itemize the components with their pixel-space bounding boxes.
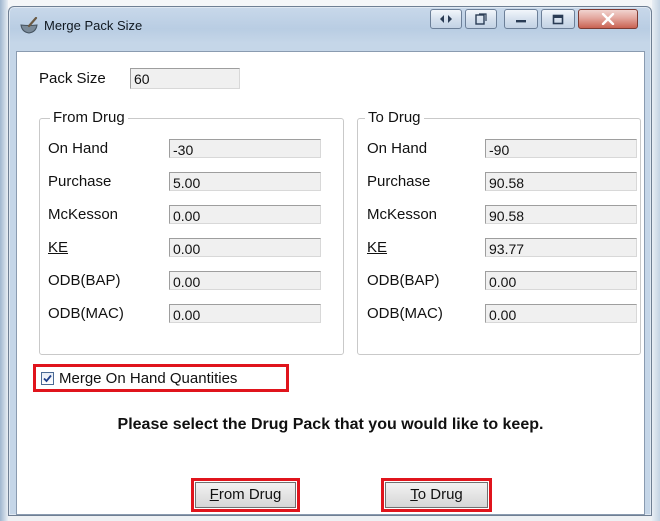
from-odb-mac-label: ODB(MAC) xyxy=(48,305,124,322)
right-edge-shadow xyxy=(652,0,660,521)
to-odb-mac-label: ODB(MAC) xyxy=(367,305,443,322)
from-on-hand-label: On Hand xyxy=(48,140,109,157)
from-odb-bap-field[interactable]: 0.00 xyxy=(169,271,321,290)
from-drug-button[interactable]: From Drug xyxy=(195,482,296,508)
from-drug-button-accel: F xyxy=(209,486,219,503)
to-mckesson-label: McKesson xyxy=(367,206,438,223)
from-ke-label: KE xyxy=(48,239,69,256)
to-drug-button-label: o Drug xyxy=(417,486,463,503)
to-ke-field[interactable]: 93.77 xyxy=(485,238,637,257)
merge-pack-size-window: Merge Pack Size Pack Size 60 From Drug O… xyxy=(8,6,652,516)
maximize-button[interactable] xyxy=(541,9,575,29)
from-drug-group-title: From Drug xyxy=(50,109,128,126)
to-odb-mac-field[interactable]: 0.00 xyxy=(485,304,637,323)
pack-size-field[interactable]: 60 xyxy=(130,68,240,89)
from-on-hand-field[interactable]: -30 xyxy=(169,139,321,158)
from-mckesson-label: McKesson xyxy=(48,206,119,223)
maximize-icon xyxy=(552,14,564,25)
title-bar[interactable]: Merge Pack Size xyxy=(9,7,651,43)
back-forward-icon xyxy=(439,14,453,24)
from-mckesson-field[interactable]: 0.00 xyxy=(169,205,321,224)
to-drug-button-accel: T xyxy=(410,486,418,503)
to-on-hand-label: On Hand xyxy=(367,140,428,157)
to-purchase-label: Purchase xyxy=(367,173,431,190)
dialog-client-area: Pack Size 60 From Drug On Hand -30 Purch… xyxy=(16,51,645,515)
minimize-icon xyxy=(515,14,527,24)
to-mckesson-field[interactable]: 90.58 xyxy=(485,205,637,224)
from-drug-button-label: rom Drug xyxy=(218,486,282,503)
to-on-hand-field[interactable]: -90 xyxy=(485,139,637,158)
checkmark-icon xyxy=(42,373,53,384)
close-icon xyxy=(601,13,615,25)
merge-on-hand-label[interactable]: Merge On Hand Quantities xyxy=(59,370,237,387)
to-odb-bap-label: ODB(BAP) xyxy=(367,272,440,289)
from-ke-field[interactable]: 0.00 xyxy=(169,238,321,257)
restore-to-button[interactable] xyxy=(465,9,497,29)
merge-on-hand-checkbox[interactable] xyxy=(41,372,54,385)
to-drug-group-title: To Drug xyxy=(365,109,424,126)
to-purchase-field[interactable]: 90.58 xyxy=(485,172,637,191)
mortar-pestle-icon xyxy=(19,16,39,35)
minimize-button[interactable] xyxy=(504,9,538,29)
from-purchase-label: Purchase xyxy=(48,173,112,190)
to-odb-bap-field[interactable]: 0.00 xyxy=(485,271,637,290)
back-forward-button[interactable] xyxy=(430,9,462,29)
pack-size-label: Pack Size xyxy=(39,70,106,87)
close-button[interactable] xyxy=(578,9,638,29)
to-ke-label: KE xyxy=(367,239,388,256)
from-purchase-field[interactable]: 5.00 xyxy=(169,172,321,191)
left-edge-shadow xyxy=(0,0,8,521)
restore-icon xyxy=(475,13,487,25)
from-odb-bap-label: ODB(BAP) xyxy=(48,272,121,289)
keep-pack-prompt: Please select the Drug Pack that you wou… xyxy=(117,416,544,433)
window-title: Merge Pack Size xyxy=(44,18,143,33)
to-drug-button[interactable]: To Drug xyxy=(385,482,488,508)
from-odb-mac-field[interactable]: 0.00 xyxy=(169,304,321,323)
